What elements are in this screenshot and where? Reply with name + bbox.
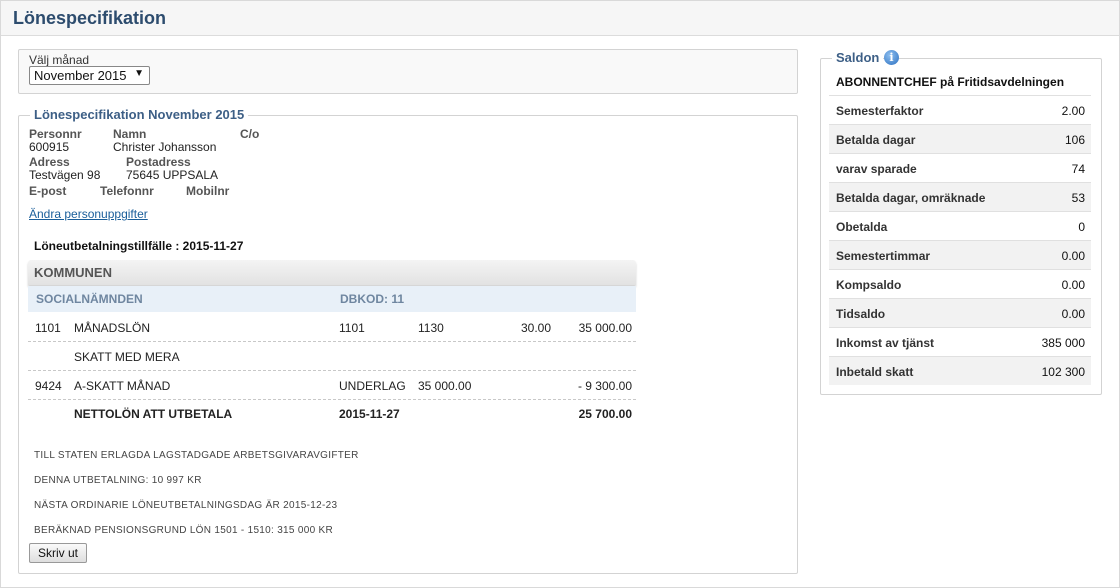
saldo-value: 74 [1071,162,1085,176]
saldo-label: Betalda dagar [836,133,916,147]
adress-label: Adress [29,155,70,169]
print-button[interactable]: Skriv ut [29,543,87,563]
edit-personal-info-link[interactable]: Ändra personuppgifter [29,207,148,221]
saldo-row: Semesterfaktor 2.00 [829,95,1091,124]
employer-name: KOMMUNEN [34,265,112,280]
saldo-label: Obetalda [836,220,888,234]
saldon-legend: Saldon [832,50,884,65]
mobil-label: Mobilnr [186,184,230,198]
payout-occasion: Löneutbetalningstillfälle : 2015-11-27 [34,239,244,253]
info-line: DENNA UTBETALNING: 10 997 KR [34,475,202,486]
month-select-value: November 2015 [34,68,127,83]
saldo-row: Tidsaldo 0.00 [829,298,1091,327]
employer-header: KOMMUNEN [28,260,636,285]
row-amount: 35 000.00 [578,321,632,335]
department-name: SOCIALNÄMNDEN [36,292,143,306]
month-select[interactable]: November 2015 ▼ [29,66,150,85]
saldo-value: 102 300 [1041,365,1085,379]
saldo-label: varav sparade [836,162,917,176]
namn-value: Christer Johansson [113,140,217,154]
saldo-row: Betalda dagar, omräknade 53 [829,182,1091,211]
saldo-value: 385 000 [1041,336,1085,350]
row-col3: UNDERLAG [339,379,406,393]
saldo-value: 53 [1071,191,1085,205]
row-col5: 30.00 [520,321,551,335]
postadress-label: Postadress [126,155,191,169]
table-row: 1101 MÅNADSLÖN 1101 1130 30.00 35 000.00 [28,313,636,342]
namn-label: Namn [113,127,147,141]
saldo-label: Betalda dagar, omräknade [836,191,986,205]
saldo-row: Inkomst av tjänst 385 000 [829,327,1091,356]
saldo-row: Kompsaldo 0.00 [829,269,1091,298]
dbkod: DBKOD: 11 [340,292,405,306]
saldo-row: varav sparade 74 [829,153,1091,182]
saldo-value: 0.00 [1061,249,1085,263]
row-amount: 25 700.00 [578,407,632,421]
saldo-label: Inkomst av tjänst [836,336,935,350]
info-icon[interactable]: i [884,50,899,65]
personnr-label: Personnr [29,127,82,141]
row-text: NETTOLÖN ATT UTBETALA [74,407,233,421]
saldo-label: Semestertimmar [836,249,931,263]
chevron-down-icon: ▼ [134,68,144,79]
personnr-value: 600915 [29,140,70,154]
info-line: BERÄKNAD PENSIONSGRUND LÖN 1501 - 1510: … [34,525,334,536]
page-header: Lönespecifikation [1,1,1119,36]
saldo-label: Kompsaldo [836,278,902,292]
table-row: SKATT MED MERA [28,342,636,371]
saldo-label: Inbetald skatt [836,365,914,379]
info-line: TILL STATEN ERLAGDA LAGSTADGADE ARBETSGI… [34,450,359,461]
saldo-value: 0.00 [1061,278,1085,292]
saldo-row: Obetalda 0 [829,211,1091,240]
saldo-label: Tidsaldo [836,307,886,321]
row-code: 1101 [35,321,61,335]
info-line: NÄSTA ORDINARIE LÖNEUTBETALNINGSDAG ÄR 2… [34,500,338,511]
row-text: SKATT MED MERA [74,350,180,364]
saldon-role: ABONNENTCHEF på Fritidsavdelningen [836,75,1065,89]
epost-label: E-post [29,184,67,198]
row-col4: 1130 [418,321,444,335]
saldo-label: Semesterfaktor [836,104,924,118]
adress-value: Testvägen 98 [29,168,101,182]
month-panel: Välj månad November 2015 ▼ [18,49,798,94]
department-row: SOCIALNÄMNDEN DBKOD: 11 [28,286,636,312]
saldo-row: Betalda dagar 106 [829,124,1091,153]
table-row: 9424 A-SKATT MÅNAD UNDERLAG 35 000.00 - … [28,371,636,400]
row-col3: 2015-11-27 [339,407,400,421]
row-text: A-SKATT MÅNAD [74,379,171,393]
row-col4: 35 000.00 [418,379,472,393]
table-row-total: NETTOLÖN ATT UTBETALA 2015-11-27 25 700.… [28,399,636,428]
saldo-value: 0.00 [1061,307,1085,321]
saldo-value: 0 [1078,220,1085,234]
saldo-row: Semestertimmar 0.00 [829,240,1091,269]
row-code: 9424 [35,379,62,393]
telefon-label: Telefonnr [100,184,154,198]
month-label: Välj månad [29,53,90,67]
row-amount: - 9 300.00 [577,379,632,393]
co-label: C/o [240,127,260,141]
saldo-row: Inbetald skatt 102 300 [829,356,1091,385]
page-title: Lönespecifikation [13,8,167,28]
postadress-value: 75645 UPPSALA [126,168,219,182]
saldo-value: 2.00 [1061,104,1085,118]
row-col3: 1101 [339,321,365,335]
row-text: MÅNADSLÖN [74,321,151,335]
saldo-value: 106 [1064,133,1085,147]
spec-legend: Lönespecifikation November 2015 [30,107,249,122]
